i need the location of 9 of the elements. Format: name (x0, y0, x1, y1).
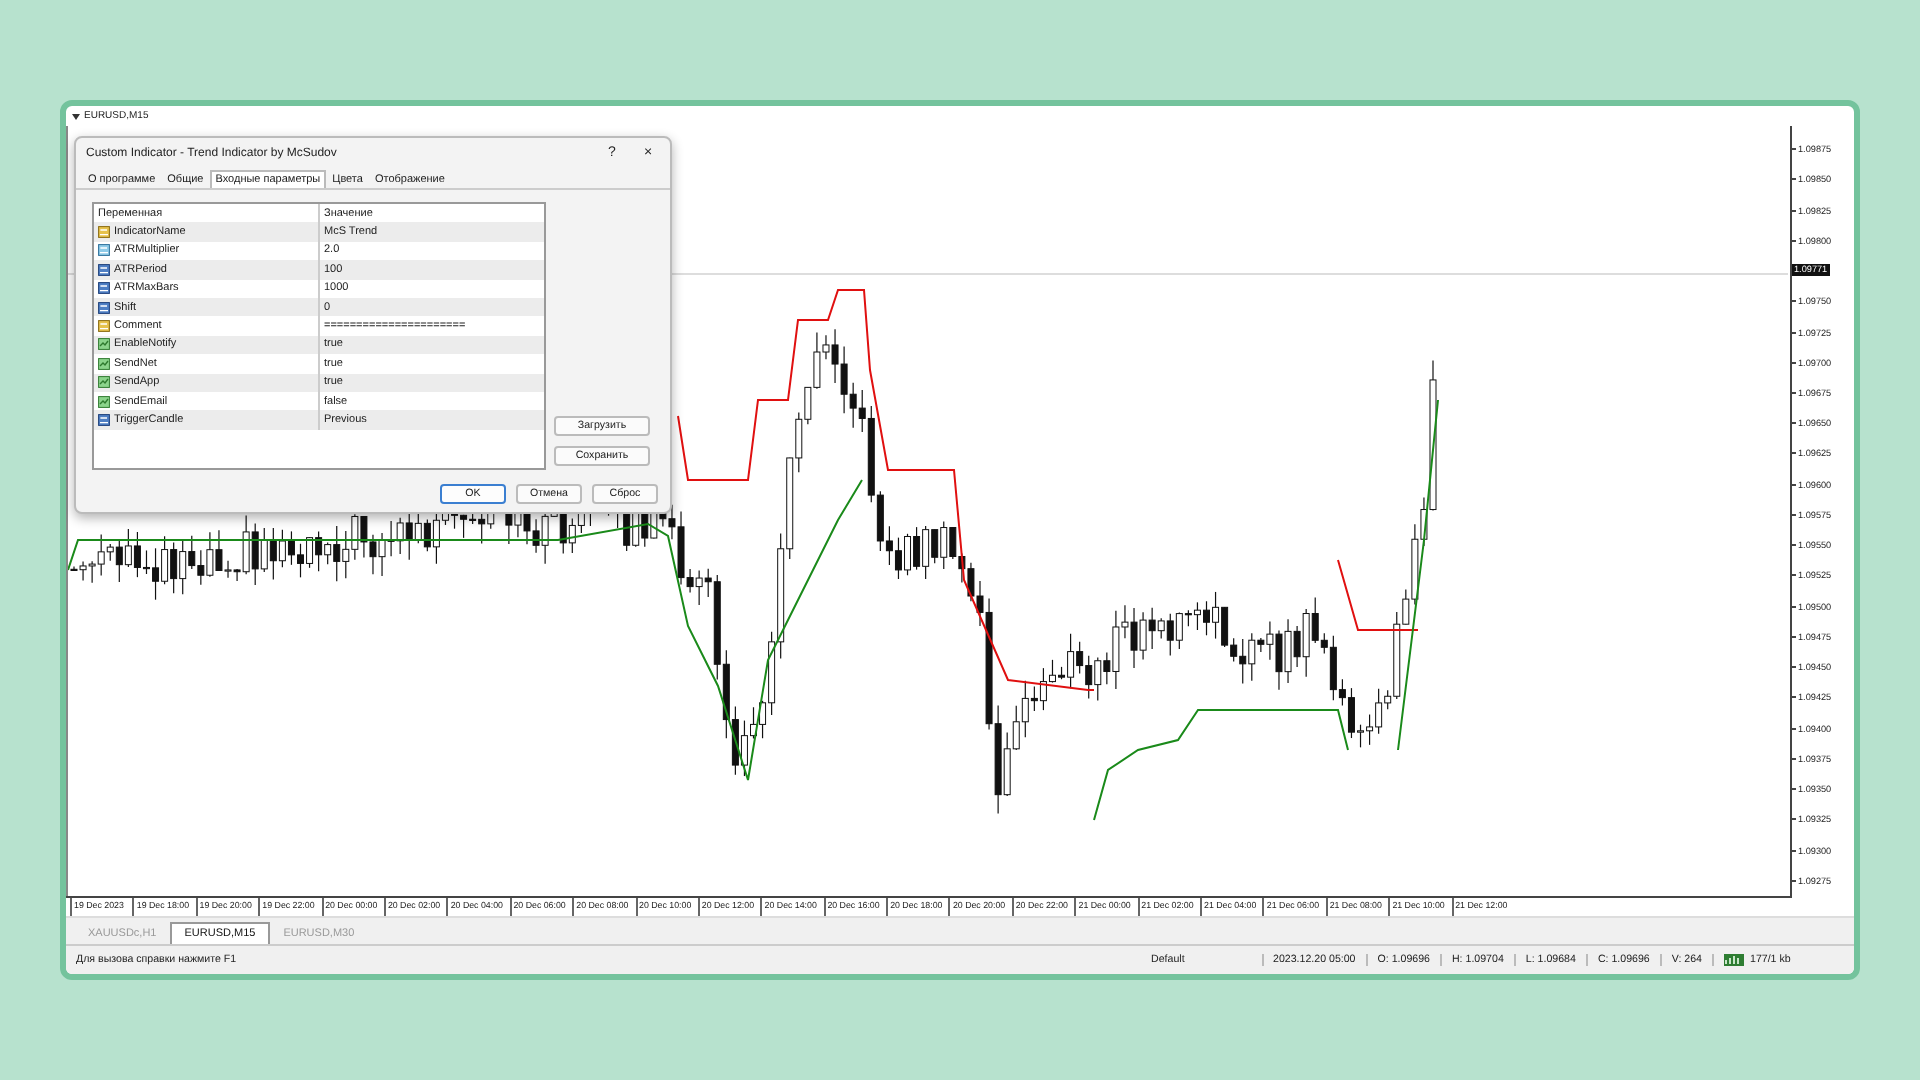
parameter-icon (98, 357, 110, 370)
parameter-icon (98, 338, 110, 351)
connection-icon (1724, 954, 1744, 966)
dropdown-icon[interactable] (72, 113, 80, 119)
parameter-icon (98, 226, 110, 239)
parameter-icon (98, 395, 110, 408)
parameter-icon (98, 263, 110, 276)
parameter-icon (98, 376, 110, 389)
parameter-icon (98, 413, 110, 426)
